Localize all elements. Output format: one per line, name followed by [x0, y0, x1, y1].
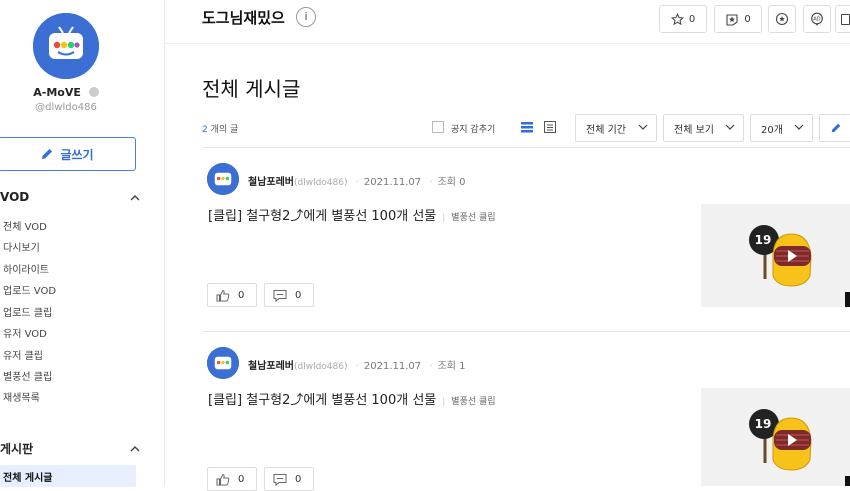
post-author-id: (dlwldo486) [294, 178, 348, 188]
compact-view-icon[interactable] [543, 120, 557, 134]
post-author[interactable]: 철남포레버 [248, 361, 294, 372]
pencil-icon [42, 149, 53, 159]
sticker-icon [775, 12, 789, 26]
view-filter-value: 전체 보기 [674, 124, 714, 136]
post-author-id: (dlwldo486) [294, 362, 348, 372]
post-count-suffix: 개의 글 [207, 125, 239, 135]
sidebar-item-replay[interactable]: 다시보기 [3, 239, 40, 254]
post-category: 별풍선 클립 [442, 213, 495, 223]
post-divider [202, 331, 850, 332]
star-icon [670, 12, 684, 25]
tv-mascot-icon [33, 13, 99, 79]
period-select[interactable]: 전체 기간 [575, 114, 657, 142]
post-title-text: [클립] 철구형2⤴에게 별풍선 100개 선물 [208, 393, 437, 408]
section-header-board[interactable]: 게시판 [0, 440, 140, 457]
post-title-text: [클립] 철구형2⤴에게 별풍선 100개 선물 [208, 209, 437, 224]
write-post-button[interactable]: 글쓰기 [0, 137, 136, 171]
pencil-icon [831, 123, 841, 133]
chevron-up-icon [130, 446, 140, 452]
sidebar-item-highlight[interactable]: 하이라이트 [3, 261, 49, 276]
more-button[interactable] [835, 5, 850, 33]
chevron-down-icon [725, 124, 735, 130]
comment-button[interactable]: 0 [264, 283, 314, 307]
sidebar-item-upload-vod[interactable]: 업로드 VOD [3, 282, 56, 297]
thumbs-up-icon [216, 289, 230, 301]
post-thumbnail[interactable]: 19 [701, 204, 850, 307]
sidebar-item-all-vod[interactable]: 전체 VOD [3, 218, 47, 233]
info-icon[interactable]: i [296, 7, 316, 27]
section-title-vod: VOD [0, 190, 30, 204]
like-button[interactable]: 0 [207, 467, 257, 491]
write-post-label: 글쓰기 [60, 147, 94, 162]
clip-mascot-image [701, 204, 850, 307]
sidebar-item-user-clip[interactable]: 유저 클립 [3, 347, 43, 362]
comment-button[interactable]: 0 [264, 467, 314, 491]
post-views: 조회 1 [437, 361, 466, 372]
comment-count: 0 [295, 473, 302, 485]
post-author[interactable]: 철남포레버 [248, 177, 294, 188]
post-count: 2 개의 글 [202, 122, 238, 135]
post-category: 별풍선 클립 [442, 397, 495, 407]
post-views: 조회 0 [437, 177, 466, 188]
notice-hide-label[interactable]: 공지 감추기 [451, 122, 495, 135]
favorite-count: 0 [688, 13, 696, 25]
comment-count: 0 [295, 289, 302, 301]
post-meta: 철남포레버(dlwldo486) · 2021.11.07 · 조회 1 [248, 361, 466, 372]
post-date: 2021.11.07 [363, 361, 422, 372]
section-title-board: 게시판 [0, 442, 34, 456]
badge-star-icon [726, 13, 738, 26]
comment-icon [273, 289, 287, 302]
subscribe-badge-button[interactable]: 0 [714, 5, 762, 33]
sidebar-item-user-vod[interactable]: 유저 VOD [3, 325, 47, 340]
post-title[interactable]: [클립] 철구형2⤴에게 별풍선 100개 선물 별풍선 클립 [208, 389, 496, 408]
channel-name: A-MoVE [0, 86, 132, 99]
chevron-down-icon [794, 124, 804, 130]
list-view-icon[interactable] [520, 120, 534, 134]
post-author-avatar[interactable] [207, 163, 239, 195]
sidebar-item-balloon-clip[interactable]: 별풍선 클립 [3, 368, 52, 383]
sidebar-item-upload-clip[interactable]: 업로드 클립 [3, 304, 52, 319]
per-page-value: 20개 [761, 124, 783, 136]
sticker-button[interactable] [768, 5, 796, 33]
post-date: 2021.11.07 [363, 177, 422, 188]
channel-avatar[interactable] [33, 13, 99, 79]
sidebar-item-playlist[interactable]: 재생목록 [3, 389, 40, 404]
channel-name-text: A-MoVE [33, 86, 81, 99]
sidebar: A-MoVE @dlwldo486 글쓰기 VOD 전체 VOD 다시보기 하이… [0, 0, 165, 487]
ad-balloon-button[interactable]: AD [803, 5, 831, 33]
user-badge-icon [88, 87, 99, 97]
board-title: 도그님재밌으 [202, 9, 285, 27]
box-icon [840, 13, 850, 25]
like-count: 0 [238, 473, 245, 485]
chevron-down-icon [638, 124, 648, 130]
favorite-button[interactable]: 0 [659, 5, 707, 33]
channel-id: @dlwldo486 [35, 102, 97, 113]
notice-hide-checkbox[interactable] [432, 121, 444, 133]
sidebar-item-all-posts[interactable]: 전체 게시글 [3, 469, 52, 484]
period-select-value: 전체 기간 [586, 124, 626, 136]
clip-mascot-image [701, 388, 850, 486]
comment-icon [273, 473, 287, 486]
post-title[interactable]: [클립] 철구형2⤴에게 별풍선 100개 선물 별풍선 클립 [208, 205, 496, 224]
section-header-vod[interactable]: VOD [0, 190, 140, 204]
age-rating-badge: 19 [754, 417, 772, 431]
chevron-up-icon [130, 194, 140, 200]
tv-mascot-icon [207, 163, 239, 195]
post-meta: 철남포레버(dlwldo486) · 2021.11.07 · 조회 0 [248, 177, 466, 188]
like-count: 0 [238, 289, 245, 301]
thumbs-up-icon [216, 473, 230, 485]
view-filter-select[interactable]: 전체 보기 [663, 114, 744, 142]
header-divider [202, 147, 850, 148]
page-title: 전체 게시글 [202, 77, 301, 101]
post-thumbnail[interactable]: 19 [701, 388, 850, 486]
tv-mascot-icon [207, 347, 239, 379]
age-rating-badge: 19 [754, 233, 772, 247]
like-button[interactable]: 0 [207, 283, 257, 307]
ad-balloon-icon: AD [811, 12, 823, 26]
per-page-select[interactable]: 20개 [750, 114, 813, 142]
write-button-top[interactable] [819, 114, 850, 142]
post-author-avatar[interactable] [207, 347, 239, 379]
badge-count: 0 [744, 13, 751, 25]
svg-text:AD: AD [813, 17, 820, 23]
